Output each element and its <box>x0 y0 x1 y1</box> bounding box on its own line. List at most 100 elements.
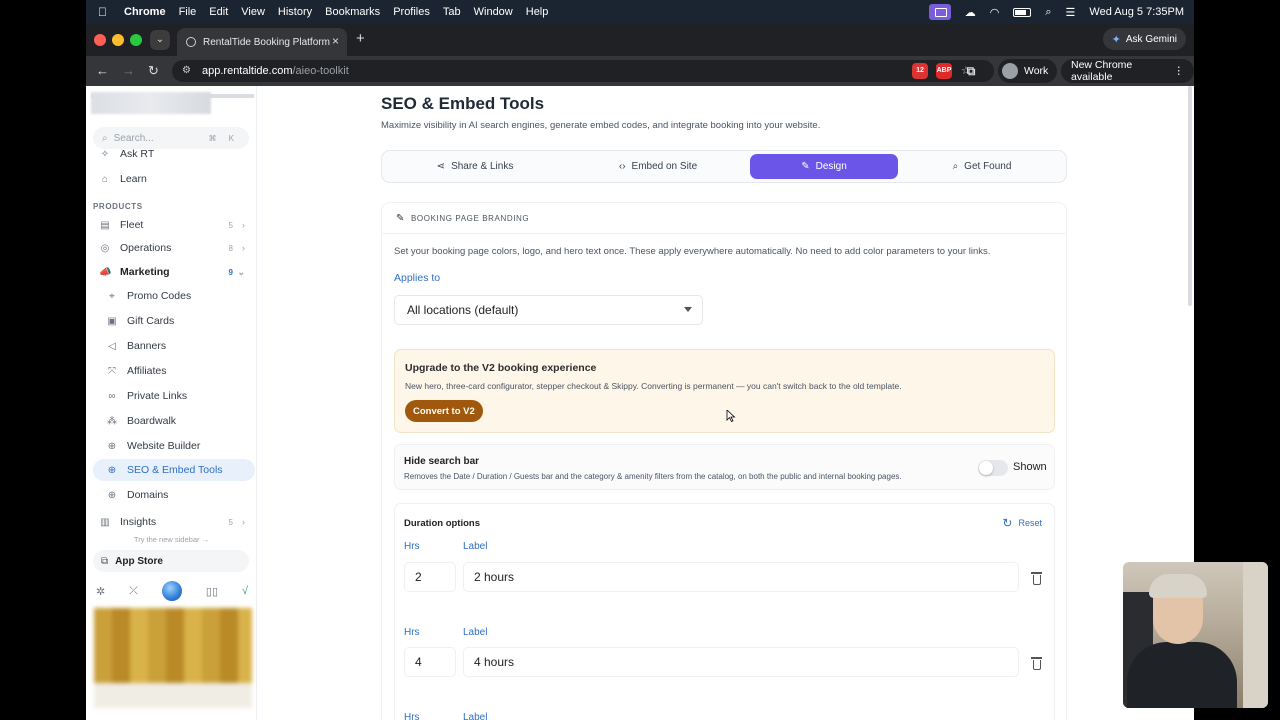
activity-icon[interactable]: √ <box>242 585 248 597</box>
window-close-button[interactable] <box>94 34 106 46</box>
divider <box>382 233 1066 234</box>
megaphone-icon: ◁ <box>108 340 116 352</box>
url-host: app.rentaltide.com <box>202 65 293 77</box>
convert-to-v2-button[interactable]: Convert to V2 <box>405 400 483 422</box>
extensions-puzzle-icon[interactable]: ⧉ <box>963 63 979 79</box>
cloud-icon[interactable]: ☁ <box>965 6 976 19</box>
profile-button[interactable]: Work <box>998 59 1058 83</box>
forward-icon[interactable]: → <box>122 63 135 78</box>
sidebar-item-fleet[interactable]: ▤ Fleet 5 › <box>93 214 255 236</box>
try-new-sidebar-link[interactable]: Try the new sidebar → <box>86 535 257 544</box>
tab-get-found[interactable]: ⌕ Get Found <box>900 154 1064 179</box>
sidebar-item-learn[interactable]: ⌂ Learn <box>93 168 255 190</box>
tools-icon[interactable]: ⤫ <box>129 585 138 598</box>
menu-help[interactable]: Help <box>526 6 549 18</box>
menu-view[interactable]: View <box>241 6 265 18</box>
menu-tab[interactable]: Tab <box>443 6 461 18</box>
hrs-input[interactable]: 4 <box>404 647 456 677</box>
sidebar-item-operations[interactable]: ◎ Operations 8 › <box>93 237 255 259</box>
tab-title: RentalTide Booking Platform <box>203 36 330 48</box>
window-zoom-button[interactable] <box>130 34 142 46</box>
battery-icon[interactable] <box>1013 7 1032 17</box>
hide-search-toggle[interactable] <box>978 460 1008 476</box>
reset-button[interactable]: ↻ Reset <box>1002 516 1042 530</box>
tab-close-icon[interactable]: × <box>332 34 339 48</box>
menu-app-name[interactable]: Chrome <box>124 6 166 18</box>
tag-icon: ⌖ <box>109 290 115 302</box>
menu-profiles[interactable]: Profiles <box>393 6 430 18</box>
sidebar-search-input[interactable]: ⌕ Search... ⌘ K <box>93 127 249 149</box>
sidebar-item-label: Domains <box>127 489 169 501</box>
label-input[interactable]: 4 hours <box>463 647 1019 677</box>
window-minimize-button[interactable] <box>112 34 124 46</box>
trash-icon[interactable] <box>1031 657 1042 670</box>
blurred-logo <box>91 92 211 114</box>
tab-embed-on-site[interactable]: ‹› Embed on Site <box>568 154 748 179</box>
tab-search-icon[interactable]: ⌄ <box>150 30 170 50</box>
card-heading-text: BOOKING PAGE BRANDING <box>410 214 530 223</box>
app-store-button[interactable]: ⧉ App Store <box>93 550 249 572</box>
menu-bookmarks[interactable]: Bookmarks <box>325 6 380 18</box>
settings-icon[interactable]: ✲ <box>96 585 105 598</box>
extension-calendar-icon[interactable]: 12 <box>912 63 928 79</box>
menubar-datetime[interactable]: Wed Aug 5 7:35PM <box>1089 6 1184 18</box>
site-info-icon[interactable]: ⚙ <box>182 65 191 76</box>
sidebar-item-gift-cards[interactable]: ▣ Gift Cards <box>93 310 255 332</box>
blurred-image <box>94 608 252 708</box>
adblock-label: ABP <box>936 67 952 74</box>
sidebar-item-website-builder[interactable]: ⊕ Website Builder <box>93 435 255 457</box>
setting-description: Removes the Date / Duration / Guests bar… <box>404 472 902 481</box>
address-bar[interactable]: ⚙ app.rentaltide.com/aieo-toolkit ⚿ ☆ <box>172 60 994 82</box>
sidebar-item-seo-embed-tools[interactable]: ⊕ SEO & Embed Tools <box>93 459 255 481</box>
sidebar-item-label: Marketing <box>120 266 170 278</box>
count-badge: 9 <box>228 267 233 277</box>
section-label-products: PRODUCTS <box>93 202 143 211</box>
new-tab-icon[interactable]: + <box>356 30 365 47</box>
control-center-icon[interactable]: ☰ <box>1066 6 1076 19</box>
screen-record-icon[interactable] <box>928 4 951 20</box>
extension-badge: 12 <box>916 67 924 74</box>
tab-share-links[interactable]: ⋖ Share & Links <box>385 154 565 179</box>
menu-window[interactable]: Window <box>474 6 513 18</box>
book-icon[interactable]: ▯▯ <box>206 585 218 598</box>
page-scrollbar[interactable] <box>1188 86 1192 306</box>
menu-history[interactable]: History <box>278 6 312 18</box>
more-menu-icon[interactable]: ⋮ <box>1174 65 1185 77</box>
label-input[interactable]: 2 hours <box>463 562 1019 592</box>
spotlight-search-icon[interactable]: ⌕ <box>1045 6 1051 19</box>
apple-icon[interactable]:  <box>98 5 112 19</box>
menu-file[interactable]: File <box>179 6 197 18</box>
main-content: SEO & Embed Tools Maximize visibility in… <box>381 86 1071 720</box>
sidebar-item-label: Boardwalk <box>127 415 177 427</box>
sidebar-item-banners[interactable]: ◁ Banners <box>93 335 255 357</box>
screen:  Chrome File Edit View History Bookmark… <box>86 0 1194 720</box>
sidebar-item-marketing[interactable]: 📣 Marketing 9 ⌄ <box>93 261 255 283</box>
wifi-icon[interactable]: ◠ <box>990 6 1000 19</box>
reload-icon[interactable]: ↻ <box>148 63 159 79</box>
sidebar-item-domains[interactable]: ⊕ Domains <box>93 484 255 506</box>
extension-adblock-icon[interactable]: ABP <box>936 63 952 79</box>
webcam-person-body <box>1127 642 1237 708</box>
globe-icon[interactable] <box>161 581 182 601</box>
label-label: Label <box>463 541 488 552</box>
search-icon: ⌕ <box>952 161 959 172</box>
trash-icon[interactable] <box>1031 572 1042 585</box>
sidebar-item-insights[interactable]: ▥ Insights 5 › <box>93 511 255 533</box>
ask-gemini-button[interactable]: ✦ Ask Gemini <box>1102 28 1186 50</box>
sidebar-item-label: Affiliates <box>127 365 167 377</box>
sidebar-item-boardwalk[interactable]: ⁂ Boardwalk <box>93 410 255 432</box>
select-value: All locations (default) <box>407 303 519 317</box>
back-icon[interactable]: ← <box>96 63 109 78</box>
browser-tab[interactable]: RentalTide Booking Platform × <box>177 28 347 56</box>
sidebar-item-affiliates[interactable]: ⤧ Affiliates <box>93 360 255 382</box>
sidebar-item-label: Fleet <box>120 219 144 231</box>
sidebar-item-ask[interactable]: ✧ Ask RT <box>93 148 255 160</box>
sidebar-item-promo-codes[interactable]: ⌖ Promo Codes <box>93 285 255 307</box>
update-chrome-button[interactable]: New Chrome available ⋮ <box>1061 59 1194 83</box>
sidebar-item-private-links[interactable]: ∞ Private Links <box>93 385 255 407</box>
hrs-input[interactable]: 2 <box>404 562 456 592</box>
menu-edit[interactable]: Edit <box>209 6 228 18</box>
card-description: Set your booking page colors, logo, and … <box>394 246 991 257</box>
tab-design[interactable]: ✎ Design <box>750 154 898 179</box>
applies-to-select[interactable]: All locations (default) <box>394 295 703 325</box>
